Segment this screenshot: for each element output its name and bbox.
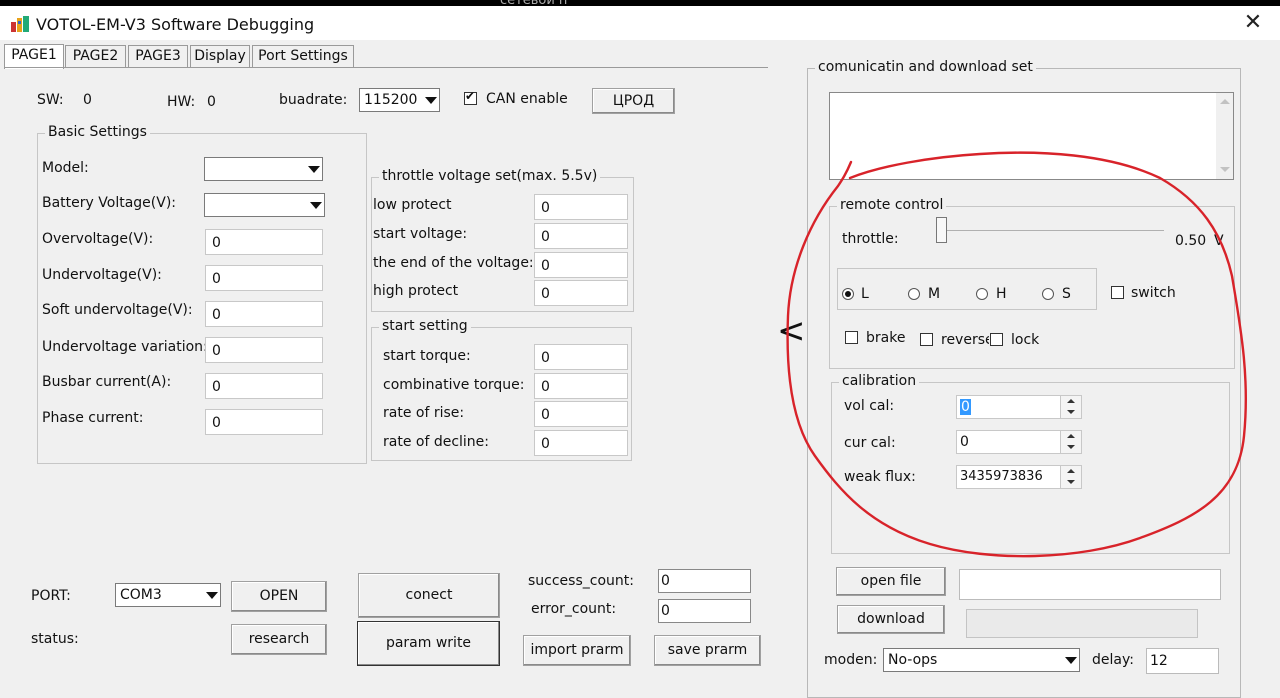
download-progress-bar: [966, 609, 1198, 638]
file-path-input[interactable]: [959, 569, 1221, 600]
download-button[interactable]: download: [837, 605, 945, 634]
open-file-button[interactable]: open file: [836, 567, 946, 596]
moden-value: No-ops: [888, 652, 938, 668]
chevron-down-icon: [1061, 649, 1079, 671]
moden-label: moden:: [824, 652, 878, 668]
delay-input[interactable]: 12: [1146, 648, 1219, 674]
delay-label: delay:: [1092, 652, 1134, 668]
main-window: VOTOL-EM-V3 Software Debugging ✕ PAGE1 P…: [0, 6, 1280, 698]
moden-select[interactable]: No-ops: [883, 648, 1080, 672]
